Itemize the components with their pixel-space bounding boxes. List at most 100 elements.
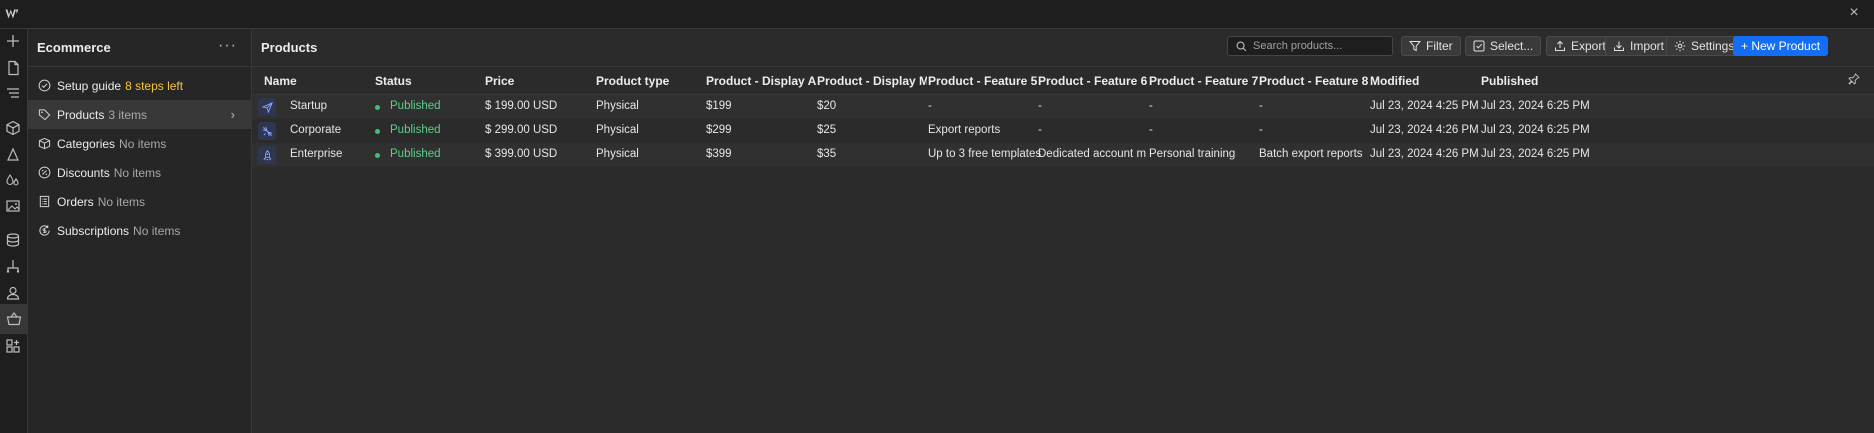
add-icon[interactable] (4, 32, 22, 50)
filter-button[interactable]: Filter (1401, 36, 1461, 56)
subscriptions-icon (37, 224, 51, 238)
cell-feature-6: - (1038, 124, 1042, 136)
cell-status: Published (375, 124, 441, 136)
settings-button[interactable]: Settings (1666, 36, 1743, 56)
column-header-name[interactable]: Name (264, 74, 297, 88)
cell-annual: $399 (706, 148, 732, 160)
sidebar-header: Ecommerce ··· (28, 29, 251, 67)
column-header-product-type[interactable]: Product type (596, 74, 669, 88)
new-product-button[interactable]: + New Product (1733, 36, 1829, 56)
sidebar-item-label: Orders (57, 194, 94, 209)
ecommerce-icon[interactable] (0, 304, 27, 334)
cell-feature-5: Export reports (928, 124, 1001, 136)
sidebar-item-meta: No items (133, 223, 181, 238)
cell-feature-7: - (1149, 100, 1153, 112)
cell-type: Physical (596, 124, 639, 136)
column-header-display-monthly[interactable]: Product - Display Monthly (817, 74, 927, 88)
webflow-logo[interactable] (4, 5, 22, 23)
status-dot (375, 153, 380, 158)
column-header-feature-6[interactable]: Product - Feature 6 (1038, 74, 1147, 88)
sidebar-item-categories[interactable]: Categories No items (28, 129, 251, 158)
cell-price: $ 199.00 USD (485, 100, 558, 112)
airplane-icon (258, 122, 276, 140)
cell-feature-8: Batch export reports (1259, 148, 1363, 160)
column-header-price[interactable]: Price (485, 74, 514, 88)
column-header-modified[interactable]: Modified (1370, 74, 1419, 88)
cell-feature-6: Dedicated account mana... (1038, 148, 1146, 160)
column-header-feature-7[interactable]: Product - Feature 7 (1149, 74, 1258, 88)
sidebar-item-label: Products (57, 107, 105, 122)
import-button[interactable]: Import (1605, 36, 1673, 56)
search-icon (1236, 41, 1247, 51)
table-row[interactable]: Startup Published $ 199.00 USD Physical … (252, 95, 1874, 119)
cms-icon[interactable] (4, 231, 22, 249)
sidebar-item-subscriptions[interactable]: Subscriptions No items (28, 216, 251, 245)
cell-monthly: $35 (817, 148, 837, 160)
status-dot (375, 105, 380, 110)
export-button[interactable]: Export (1546, 36, 1614, 56)
column-header-status[interactable]: Status (375, 74, 412, 88)
sidebar-item-meta: 8 steps left (125, 78, 184, 93)
export-label: Export (1571, 39, 1606, 53)
cell-feature-6: - (1038, 100, 1042, 112)
orders-icon (37, 195, 51, 209)
cell-feature-7: Personal training (1149, 148, 1236, 160)
pages-icon[interactable] (4, 59, 22, 77)
cell-name: Enterprise (290, 148, 343, 160)
navigator-icon[interactable] (4, 84, 22, 102)
sidebar-item-label: Discounts (57, 165, 110, 180)
search-box[interactable] (1227, 36, 1393, 56)
sidebar-item-meta: No items (119, 136, 167, 151)
search-input[interactable] (1253, 40, 1383, 52)
select-label: Select... (1490, 39, 1534, 53)
export-icon (1555, 40, 1565, 51)
check-circle-icon (37, 79, 51, 93)
cell-published: Jul 23, 2024 6:25 PM (1481, 124, 1590, 136)
cell-published: Jul 23, 2024 6:25 PM (1481, 148, 1590, 160)
components-icon[interactable] (4, 119, 22, 137)
cell-type: Physical (596, 148, 639, 160)
category-icon (37, 137, 51, 151)
column-header-feature-5[interactable]: Product - Feature 5 (928, 74, 1037, 88)
styles-icon[interactable] (4, 146, 22, 164)
cell-feature-5: - (928, 100, 932, 112)
gear-icon (1674, 40, 1686, 52)
column-header-feature-8[interactable]: Product - Feature 8 (1259, 74, 1368, 88)
sidebar-item-discounts[interactable]: Discounts No items (28, 158, 251, 187)
cell-annual: $199 (706, 100, 732, 112)
column-header-published[interactable]: Published (1481, 74, 1538, 88)
logic-icon[interactable] (4, 257, 22, 275)
ecommerce-sidebar: Ecommerce ··· Setup guide 8 steps left P… (28, 29, 252, 433)
sidebar-item-label: Setup guide (57, 78, 122, 93)
cell-name: Startup (290, 100, 328, 112)
cell-monthly: $20 (817, 100, 837, 112)
status-badge: Published (390, 124, 441, 136)
table-row[interactable]: Corporate Published $ 299.00 USD Physica… (252, 119, 1874, 143)
sidebar-item-label: Categories (57, 136, 116, 151)
close-icon[interactable]: × (1846, 5, 1862, 21)
sidebar-item-products[interactable]: Products 3 items › (28, 100, 251, 129)
more-options-icon[interactable]: ··· (218, 37, 237, 55)
cell-feature-8: - (1259, 100, 1263, 112)
cell-modified: Jul 23, 2024 4:26 PM (1370, 124, 1479, 136)
sidebar-item-setup-guide[interactable]: Setup guide 8 steps left (28, 71, 251, 100)
variables-icon[interactable] (4, 172, 22, 190)
checkbox-icon (1473, 40, 1485, 52)
assets-icon[interactable] (4, 197, 22, 215)
cell-price: $ 399.00 USD (485, 148, 558, 160)
cell-modified: Jul 23, 2024 4:25 PM (1370, 100, 1479, 112)
users-icon[interactable] (4, 284, 22, 302)
table-row[interactable]: Enterprise Published $ 399.00 USD Physic… (252, 143, 1874, 167)
cell-feature-7: - (1149, 124, 1153, 136)
cell-published: Jul 23, 2024 6:25 PM (1481, 100, 1590, 112)
sidebar-item-orders[interactable]: Orders No items (28, 187, 251, 216)
sidebar-item-meta: No items (97, 194, 146, 209)
pin-icon[interactable] (1848, 73, 1860, 85)
sidebar-item-meta: 3 items (108, 107, 148, 122)
select-button[interactable]: Select... (1465, 36, 1542, 56)
column-header-display-annualy[interactable]: Product - Display Annualy (706, 74, 816, 88)
products-panel: Products Filter Select... Export Import … (252, 29, 1874, 433)
tag-icon (37, 108, 51, 122)
cell-name: Corporate (290, 124, 342, 136)
apps-icon[interactable] (4, 337, 22, 355)
